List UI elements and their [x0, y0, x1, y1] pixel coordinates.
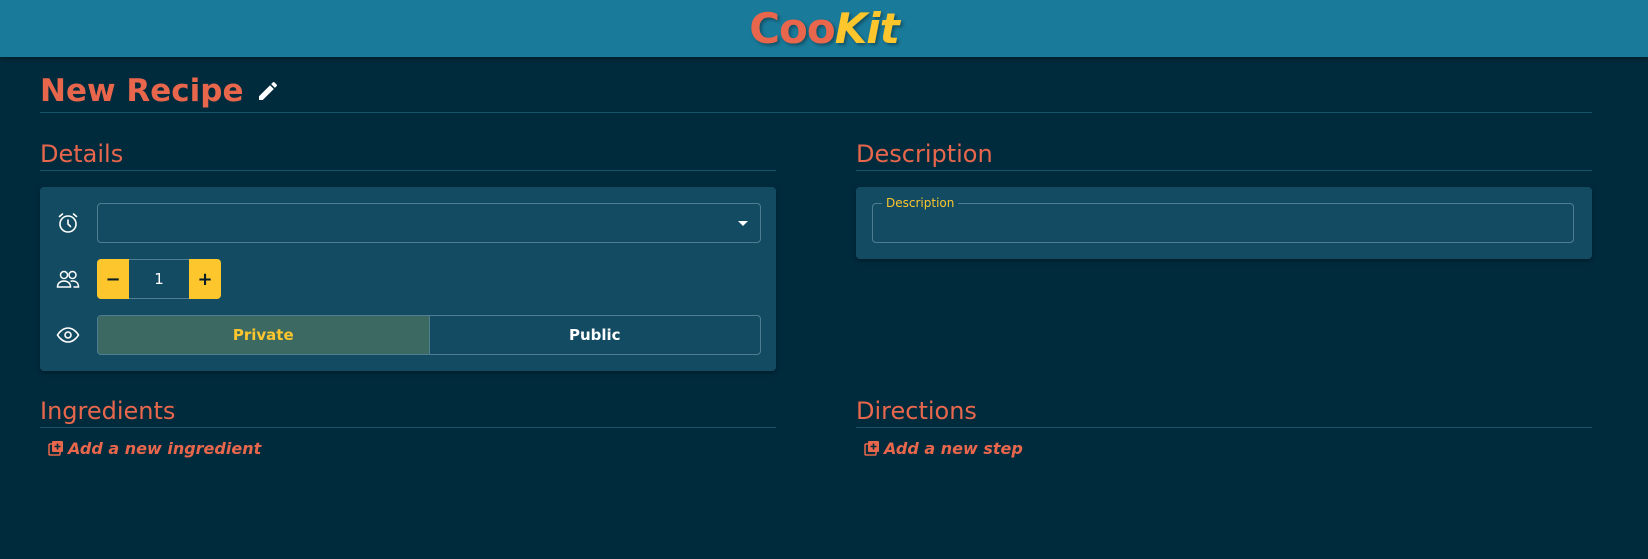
details-card: − 1 + Private Public — [40, 187, 776, 371]
increase-servings-button[interactable]: + — [189, 259, 221, 299]
logo-text-coo: Coo — [749, 3, 836, 53]
logo-text-kit: Kit — [834, 3, 900, 53]
servings-value[interactable]: 1 — [129, 259, 189, 299]
visibility-option-private[interactable]: Private — [98, 316, 429, 354]
pencil-icon[interactable] — [256, 79, 280, 103]
ingredients-section-title: Ingredients — [40, 396, 776, 428]
description-section-title: Description — [856, 139, 1592, 171]
visibility-option-public[interactable]: Public — [428, 316, 761, 354]
page-title-row: New Recipe — [40, 70, 1592, 113]
directions-section-title: Directions — [856, 396, 1592, 428]
page-title: New Recipe — [40, 73, 244, 109]
add-ingredient-link[interactable]: Add a new ingredient — [48, 437, 261, 459]
visibility-toggle: Private Public — [97, 315, 761, 355]
eye-icon — [56, 323, 80, 347]
add-step-link[interactable]: Add a new step — [864, 437, 1023, 459]
people-icon — [56, 267, 80, 291]
alarm-clock-icon — [56, 211, 80, 235]
app-logo[interactable]: CooKit — [749, 7, 900, 50]
description-card: Description — [856, 187, 1592, 259]
cook-time-select[interactable] — [97, 203, 761, 243]
add-ingredient-label: Add a new ingredient — [68, 438, 262, 458]
decrease-servings-button[interactable]: − — [97, 259, 129, 299]
add-box-icon — [48, 440, 64, 456]
servings-stepper: − 1 + — [97, 259, 221, 299]
details-section-title: Details — [40, 139, 776, 171]
app-header: CooKit — [0, 0, 1648, 57]
add-box-icon — [864, 440, 880, 456]
description-input[interactable]: Description — [872, 196, 1574, 243]
caret-down-icon — [738, 221, 748, 226]
description-field-label: Description — [882, 196, 959, 210]
add-step-label: Add a new step — [884, 438, 1023, 458]
